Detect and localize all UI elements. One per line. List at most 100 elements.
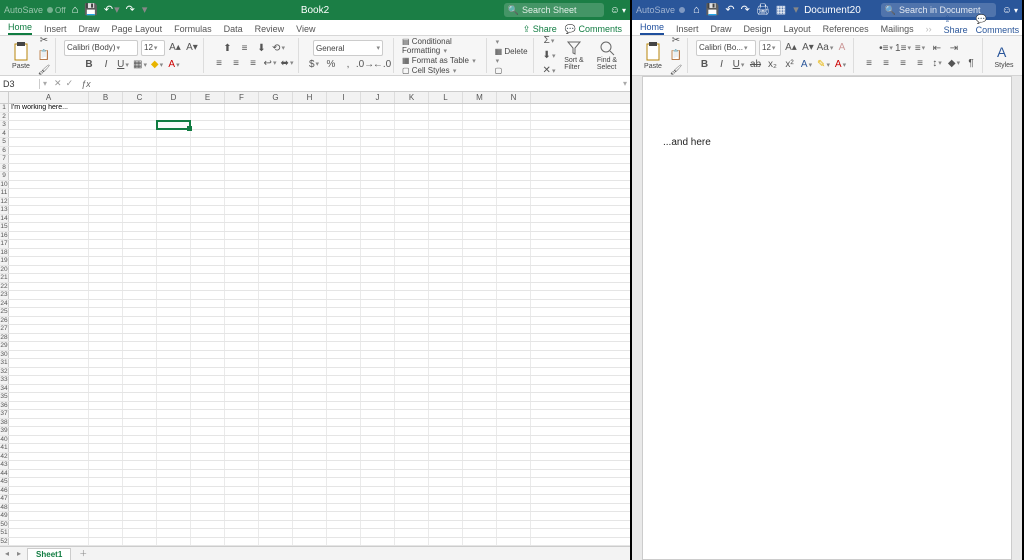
cell-I43[interactable]: [327, 461, 361, 469]
cell-L31[interactable]: [429, 359, 463, 367]
cell-G16[interactable]: [259, 232, 293, 240]
cell-H10[interactable]: [293, 181, 327, 189]
cell-B13[interactable]: [89, 206, 123, 214]
cell-C22[interactable]: [123, 283, 157, 291]
cell-M47[interactable]: [463, 495, 497, 503]
cell-I23[interactable]: [327, 291, 361, 299]
cell-M33[interactable]: [463, 376, 497, 384]
cell-A18[interactable]: [9, 249, 89, 257]
cell-M45[interactable]: [463, 478, 497, 486]
cell-L11[interactable]: [429, 189, 463, 197]
font-name-select[interactable]: Calibri (Bo...▾: [696, 40, 756, 56]
cell-B32[interactable]: [89, 368, 123, 376]
cell-D39[interactable]: [157, 427, 191, 435]
cell-K25[interactable]: [395, 308, 429, 316]
cell-B3[interactable]: [89, 121, 123, 129]
cell-D31[interactable]: [157, 359, 191, 367]
cell-B34[interactable]: [89, 385, 123, 393]
cell-C8[interactable]: [123, 164, 157, 172]
cell-E48[interactable]: [191, 504, 225, 512]
cell-B16[interactable]: [89, 232, 123, 240]
home-icon[interactable]: ⌂: [693, 5, 700, 16]
shading-icon[interactable]: ◆▾: [947, 56, 961, 70]
cell-F11[interactable]: [225, 189, 259, 197]
cell-B35[interactable]: [89, 393, 123, 401]
cell-M25[interactable]: [463, 308, 497, 316]
cell-G3[interactable]: [259, 121, 293, 129]
fill-color-button[interactable]: ◆▾: [150, 58, 164, 72]
cell-B45[interactable]: [89, 478, 123, 486]
cell-B11[interactable]: [89, 189, 123, 197]
numbering-icon[interactable]: 1≡▾: [896, 41, 910, 55]
cell-F34[interactable]: [225, 385, 259, 393]
cell-D46[interactable]: [157, 487, 191, 495]
cell-G5[interactable]: [259, 138, 293, 146]
cell-E49[interactable]: [191, 512, 225, 520]
cell-D1[interactable]: [157, 104, 191, 112]
cell-E36[interactable]: [191, 402, 225, 410]
insert-cells-button[interactable]: ▦ Insert ▾: [495, 36, 529, 46]
cell-B37[interactable]: [89, 410, 123, 418]
cell-M31[interactable]: [463, 359, 497, 367]
cell-I30[interactable]: [327, 351, 361, 359]
cell-B21[interactable]: [89, 274, 123, 282]
cell-A2[interactable]: [9, 113, 89, 121]
cell-E51[interactable]: [191, 529, 225, 537]
cell-H23[interactable]: [293, 291, 327, 299]
cell-E21[interactable]: [191, 274, 225, 282]
cell-C45[interactable]: [123, 478, 157, 486]
cell-L15[interactable]: [429, 223, 463, 231]
cell-K23[interactable]: [395, 291, 429, 299]
cell-K1[interactable]: [395, 104, 429, 112]
feedback-icon[interactable]: ☺: [610, 5, 620, 16]
cell-E37[interactable]: [191, 410, 225, 418]
sheet-nav-first-icon[interactable]: ◂: [3, 549, 11, 558]
row-header-48[interactable]: 48: [0, 504, 9, 512]
cell-A19[interactable]: [9, 257, 89, 265]
cell-G47[interactable]: [259, 495, 293, 503]
cell-F51[interactable]: [225, 529, 259, 537]
cell-B2[interactable]: [89, 113, 123, 121]
cell-H38[interactable]: [293, 419, 327, 427]
cell-E20[interactable]: [191, 266, 225, 274]
cell-D12[interactable]: [157, 198, 191, 206]
cell-K24[interactable]: [395, 300, 429, 308]
cell-E16[interactable]: [191, 232, 225, 240]
change-case-icon[interactable]: Aa▾: [818, 41, 832, 55]
italic-button[interactable]: I: [99, 58, 113, 72]
cell-E7[interactable]: [191, 155, 225, 163]
cell-D13[interactable]: [157, 206, 191, 214]
cell-E23[interactable]: [191, 291, 225, 299]
cell-C31[interactable]: [123, 359, 157, 367]
cell-C4[interactable]: [123, 130, 157, 138]
cell-H29[interactable]: [293, 342, 327, 350]
row-header-5[interactable]: 5: [0, 138, 9, 146]
cell-B4[interactable]: [89, 130, 123, 138]
cell-H8[interactable]: [293, 164, 327, 172]
column-header-H[interactable]: H: [293, 92, 327, 103]
cell-I46[interactable]: [327, 487, 361, 495]
cell-F30[interactable]: [225, 351, 259, 359]
cell-I11[interactable]: [327, 189, 361, 197]
multilevel-icon[interactable]: ≡▾: [913, 41, 927, 55]
cell-I15[interactable]: [327, 223, 361, 231]
cell-C33[interactable]: [123, 376, 157, 384]
cell-H46[interactable]: [293, 487, 327, 495]
cell-J33[interactable]: [361, 376, 395, 384]
cell-B36[interactable]: [89, 402, 123, 410]
cell-E35[interactable]: [191, 393, 225, 401]
cell-J41[interactable]: [361, 444, 395, 452]
save-icon[interactable]: 💾: [706, 5, 720, 16]
align-middle-icon[interactable]: ≡: [238, 41, 252, 55]
cell-M35[interactable]: [463, 393, 497, 401]
row-header-17[interactable]: 17: [0, 240, 9, 248]
cell-I26[interactable]: [327, 317, 361, 325]
cell-K52[interactable]: [395, 538, 429, 546]
cell-M40[interactable]: [463, 436, 497, 444]
cell-D50[interactable]: [157, 521, 191, 529]
cell-L10[interactable]: [429, 181, 463, 189]
cell-M27[interactable]: [463, 325, 497, 333]
cell-B27[interactable]: [89, 325, 123, 333]
cell-N3[interactable]: [497, 121, 531, 129]
cell-E43[interactable]: [191, 461, 225, 469]
